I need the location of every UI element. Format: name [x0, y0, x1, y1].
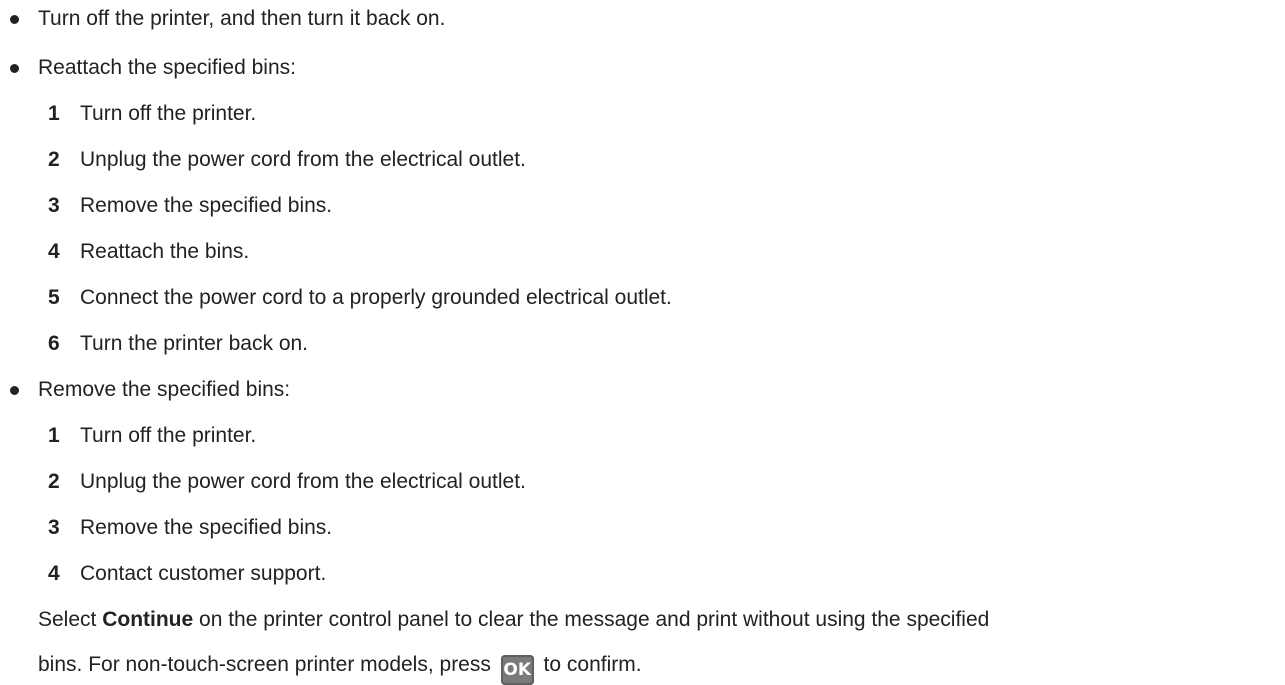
reattach-step-2: Unplug the power cord from the electrica…	[80, 148, 526, 171]
step-number: 1	[48, 102, 60, 125]
final-prefix: Select	[38, 608, 103, 631]
step-number: 4	[48, 240, 60, 263]
ok-button-icon: OK	[500, 655, 534, 685]
step-number: 1	[48, 424, 60, 447]
instructions-document: Turn off the printer, and then turn it b…	[0, 0, 1285, 685]
remove-step-3: Remove the specified bins.	[80, 516, 333, 539]
final-suffix: on the printer control panel to clear th…	[193, 608, 990, 631]
remove-step-4: Contact customer support.	[80, 562, 327, 585]
bullet-dot	[10, 64, 19, 73]
remove-step-2: Unplug the power cord from the electrica…	[80, 470, 526, 493]
final-paragraph-line-1: Select Continue on the printer control p…	[38, 607, 989, 633]
remove-step-1: Turn off the printer.	[80, 424, 257, 447]
final-line2-suffix: to confirm.	[537, 653, 642, 676]
reattach-step-5: Connect the power cord to a properly gro…	[80, 286, 672, 309]
step-number: 4	[48, 562, 60, 585]
reattach-step-6: Turn the printer back on.	[80, 332, 309, 355]
bullet-reattach-bins: Reattach the specified bins:	[38, 56, 296, 79]
step-number: 6	[48, 332, 60, 355]
bullet-dot	[10, 386, 19, 395]
bullet-dot	[10, 15, 19, 24]
reattach-step-3: Remove the specified bins.	[80, 194, 333, 217]
reattach-step-1: Turn off the printer.	[80, 102, 257, 125]
reattach-step-4: Reattach the bins.	[80, 240, 250, 263]
bullet-remove-bins: Remove the specified bins:	[38, 378, 291, 401]
bullet-turn-off-on: Turn off the printer, and then turn it b…	[38, 7, 446, 30]
step-number: 2	[48, 470, 60, 493]
final-paragraph-line-2: bins. For non-touch-screen printer model…	[38, 652, 642, 685]
step-number: 3	[48, 516, 60, 539]
final-line2-prefix: bins. For non-touch-screen printer model…	[38, 653, 497, 676]
step-number: 3	[48, 194, 60, 217]
continue-label: Continue	[102, 608, 194, 631]
step-number: 5	[48, 286, 60, 309]
step-number: 2	[48, 148, 60, 171]
